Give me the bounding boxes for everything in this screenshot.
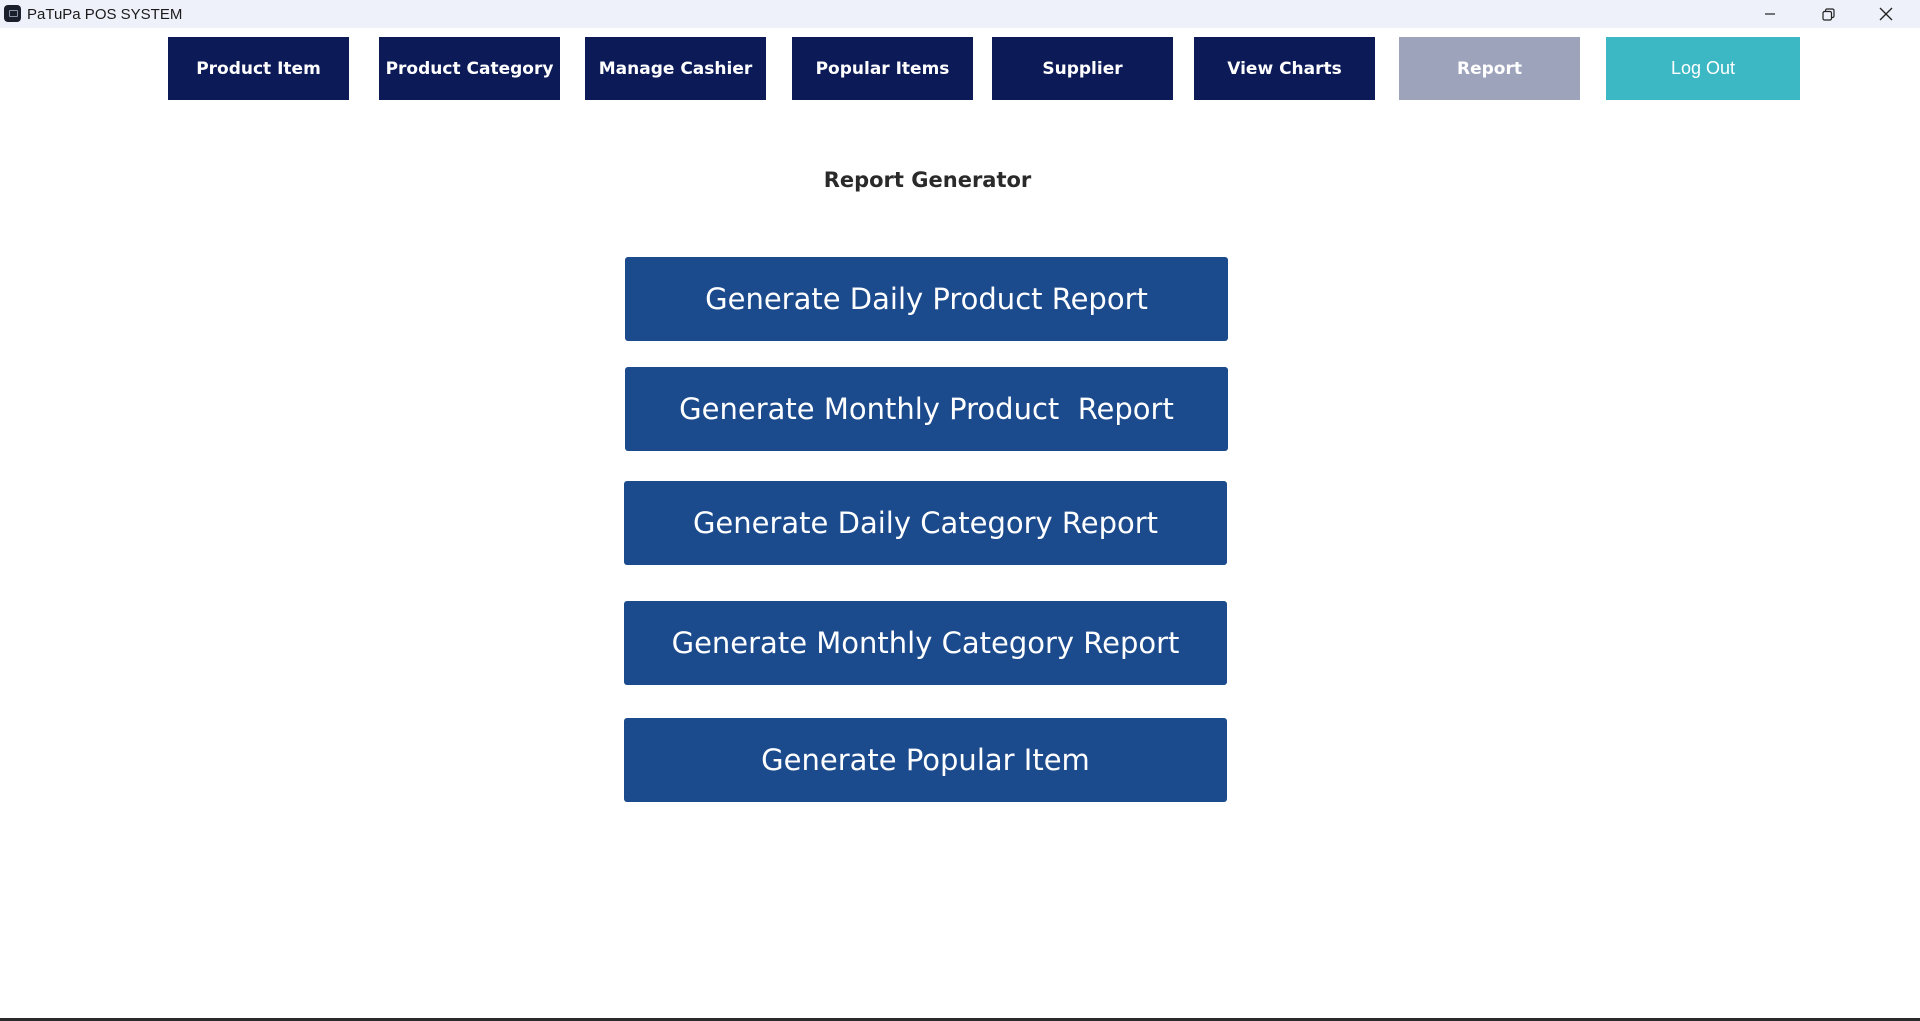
generate-monthly-product-report-button[interactable]: Generate Monthly Product Report bbox=[625, 367, 1228, 451]
generate-monthly-category-report-button[interactable]: Generate Monthly Category Report bbox=[624, 601, 1227, 685]
minimize-icon bbox=[1764, 8, 1776, 20]
minimize-button[interactable] bbox=[1741, 0, 1799, 28]
nav-product-item-button[interactable]: Product Item bbox=[168, 37, 349, 100]
nav-popular-items-button[interactable]: Popular Items bbox=[792, 37, 973, 100]
generate-popular-item-button[interactable]: Generate Popular Item bbox=[624, 718, 1227, 802]
close-button[interactable] bbox=[1857, 0, 1915, 28]
title-bar: PaTuPa POS SYSTEM bbox=[0, 0, 1920, 28]
nav-manage-cashier-button[interactable]: Manage Cashier bbox=[585, 37, 766, 100]
page-title: Report Generator bbox=[823, 168, 1032, 192]
generate-daily-product-report-button[interactable]: Generate Daily Product Report bbox=[625, 257, 1228, 341]
generate-daily-category-report-button[interactable]: Generate Daily Category Report bbox=[624, 481, 1227, 565]
restore-icon bbox=[1821, 7, 1835, 21]
restore-button[interactable] bbox=[1799, 0, 1857, 28]
close-icon bbox=[1879, 7, 1893, 21]
nav-product-category-button[interactable]: Product Category bbox=[379, 37, 560, 100]
window-title: PaTuPa POS SYSTEM bbox=[27, 6, 183, 23]
nav-view-charts-button[interactable]: View Charts bbox=[1194, 37, 1375, 100]
nav-supplier-button[interactable]: Supplier bbox=[992, 37, 1173, 100]
log-out-button[interactable]: Log Out bbox=[1606, 37, 1800, 100]
nav-report-button[interactable]: Report bbox=[1399, 37, 1580, 100]
app-icon bbox=[4, 5, 21, 22]
